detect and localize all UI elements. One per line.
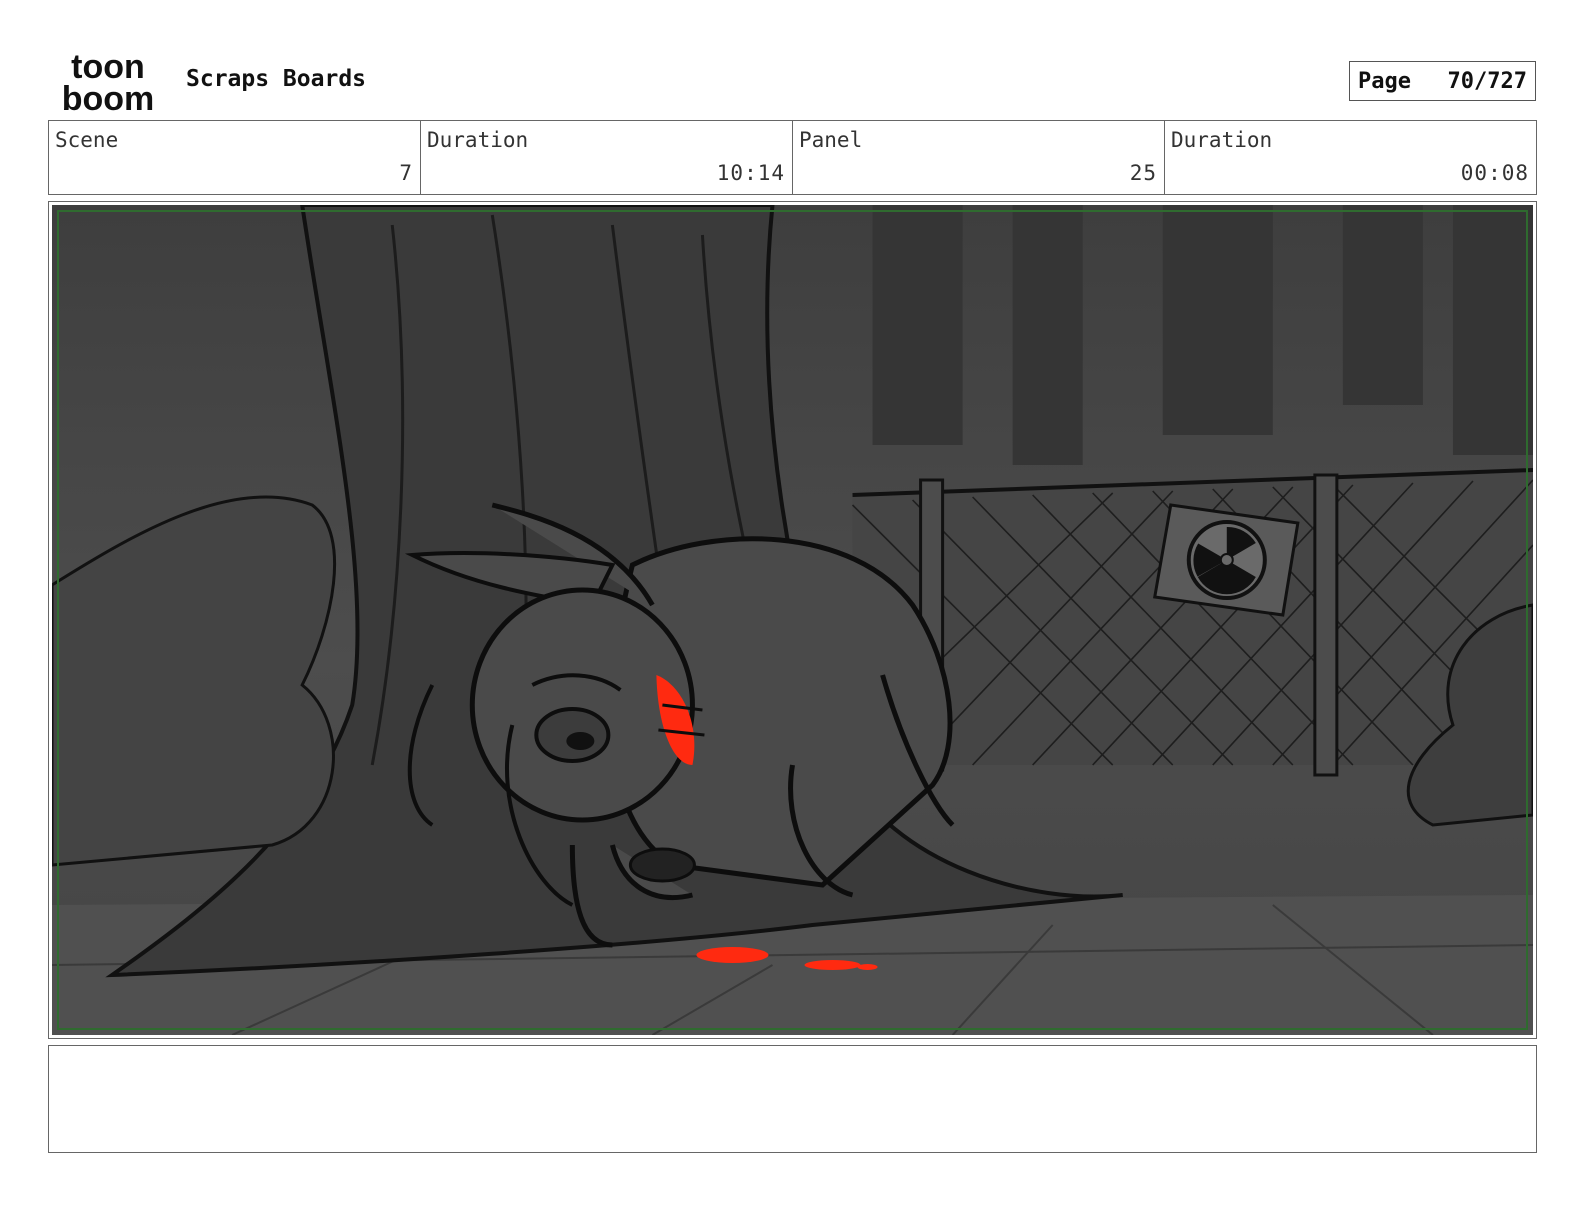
panel-duration-label: Duration: [1171, 128, 1273, 152]
scene-duration-value: 10:14: [716, 161, 785, 185]
panel-value: 25: [1129, 161, 1157, 185]
logo-line-2: boom: [62, 80, 155, 114]
scene-duration-label: Duration: [427, 128, 529, 152]
page-indicator: Page 70/727: [1349, 61, 1536, 101]
radiation-sign: [1153, 503, 1300, 617]
scene-duration-cell: Duration 10:14: [421, 121, 793, 194]
storyboard-panel: [48, 201, 1537, 1039]
panel-duration-value: 00:08: [1460, 161, 1529, 185]
document-title: Scraps Boards: [186, 66, 367, 92]
panel-drawing: [52, 205, 1533, 1035]
panel-duration-cell: Duration 00:08: [1165, 121, 1536, 194]
panel-info-table: Scene 7 Duration 10:14 Panel 25 Duration…: [48, 120, 1537, 195]
panel-label: Panel: [799, 128, 863, 152]
panel-cell: Panel 25: [793, 121, 1165, 194]
panel-notes-box: [48, 1045, 1537, 1153]
page-label: Page: [1358, 68, 1411, 94]
scene-cell: Scene 7: [49, 121, 421, 194]
scene-value: 7: [399, 161, 413, 185]
toonboom-logo: toon boom: [50, 48, 166, 118]
scene-label: Scene: [55, 128, 119, 152]
page-number: 70/727: [1447, 68, 1527, 94]
